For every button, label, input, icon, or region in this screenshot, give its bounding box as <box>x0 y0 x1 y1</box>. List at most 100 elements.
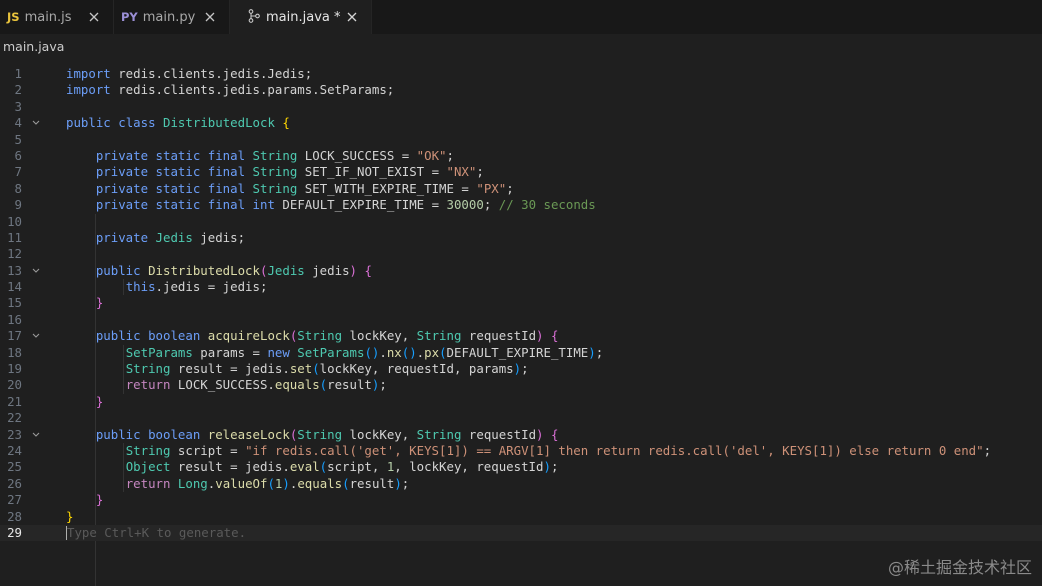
breadcrumb[interactable]: main.java <box>0 34 1042 58</box>
line-number: 2 <box>14 82 22 98</box>
line-number: 13 <box>7 262 22 278</box>
code-line[interactable]: 8 private static final String SET_WITH_E… <box>0 181 1042 197</box>
code-line[interactable]: 6 private static final String LOCK_SUCCE… <box>0 148 1042 164</box>
code-text: Type Ctrl+K to generate. <box>66 525 246 541</box>
close-icon[interactable] <box>87 10 101 24</box>
code-text: Object result = jedis.eval(script, 1, lo… <box>125 459 559 475</box>
line-number: 8 <box>14 180 22 196</box>
code-text: } <box>95 492 104 508</box>
tab-main-java[interactable]: main.java * <box>230 0 372 34</box>
tab-label: main.js <box>24 9 72 25</box>
line-number: 7 <box>14 164 22 180</box>
code-text: return LOCK_SUCCESS.equals(result); <box>125 377 387 393</box>
code-text: public boolean releaseLock(String lockKe… <box>95 426 559 442</box>
line-number: 28 <box>7 508 22 524</box>
code-text: } <box>95 393 104 409</box>
code-line[interactable]: 27 } <box>0 492 1042 508</box>
code-text: String result = jedis.set(lockKey, reque… <box>125 361 529 377</box>
code-line[interactable]: 19 String result = jedis.set(lockKey, re… <box>0 361 1042 377</box>
line-number: 9 <box>14 197 22 213</box>
code-line[interactable]: 20 return LOCK_SUCCESS.equals(result); <box>0 377 1042 393</box>
code-line[interactable]: 1 import redis.clients.jedis.Jedis; <box>0 66 1042 82</box>
line-number: 11 <box>7 229 22 245</box>
editor-window: JS main.js PY main.py main.java * main.j… <box>0 0 1042 586</box>
line-number: 26 <box>7 475 22 491</box>
code-editor[interactable]: 1 import redis.clients.jedis.Jedis; 2 impor… <box>0 66 1042 586</box>
close-icon[interactable] <box>203 10 217 24</box>
line-number: 5 <box>14 131 22 147</box>
code-text: this.jedis = jedis; <box>125 279 268 295</box>
code-text: import redis.clients.jedis.Jedis; <box>66 66 313 81</box>
code-line[interactable]: 9 private static final int DEFAULT_EXPIR… <box>0 197 1042 213</box>
code-line[interactable]: 24 String script = "if redis.call('get',… <box>0 443 1042 459</box>
code-line[interactable]: 13 public DistributedLock(Jedis jedis) { <box>0 263 1042 279</box>
code-text: return Long.valueOf(1).equals(result); <box>125 475 410 491</box>
code-line[interactable]: 5 <box>0 132 1042 148</box>
code-text: private static final String SET_IF_NOT_E… <box>95 164 484 180</box>
line-number: 24 <box>7 442 22 458</box>
breadcrumb-file[interactable]: main.java <box>3 39 64 54</box>
code-line[interactable]: 18 SetParams params = new SetParams().nx… <box>0 345 1042 361</box>
code-line[interactable]: 7 private static final String SET_IF_NOT… <box>0 164 1042 180</box>
line-number: 21 <box>7 393 22 409</box>
line-number: 12 <box>7 246 22 262</box>
code-line[interactable]: 4 public class DistributedLock { <box>0 115 1042 131</box>
code-line[interactable]: 26 return Long.valueOf(1).equals(result)… <box>0 476 1042 492</box>
code-line[interactable]: 15 } <box>0 295 1042 311</box>
code-text: public boolean acquireLock(String lockKe… <box>95 328 559 344</box>
python-file-icon: PY <box>121 10 138 24</box>
generate-hint: Type Ctrl+K to generate. <box>67 524 247 540</box>
tab-label: main.java * <box>266 9 341 25</box>
line-number: 19 <box>7 361 22 377</box>
code-text: private static final int DEFAULT_EXPIRE_… <box>95 197 596 213</box>
code-line[interactable]: 3 <box>0 99 1042 115</box>
code-text: public DistributedLock(Jedis jedis) { <box>95 262 372 278</box>
line-number: 17 <box>7 328 22 344</box>
line-number: 6 <box>14 147 22 163</box>
close-icon[interactable] <box>345 10 359 24</box>
line-number: 16 <box>7 311 22 327</box>
line-number: 29 <box>7 524 22 540</box>
code-line[interactable]: 10 <box>0 214 1042 230</box>
line-number: 1 <box>14 66 22 81</box>
code-line[interactable]: 22 <box>0 410 1042 426</box>
code-line[interactable]: 28} <box>0 509 1042 525</box>
code-lines: 1 import redis.clients.jedis.Jedis; 2 impor… <box>0 66 1042 542</box>
line-number: 25 <box>7 459 22 475</box>
code-line[interactable]: 2 import redis.clients.jedis.params.SetPa… <box>0 82 1042 98</box>
line-number: 14 <box>7 279 22 295</box>
code-text: import redis.clients.jedis.params.SetPar… <box>66 82 395 98</box>
code-text: } <box>95 295 104 311</box>
code-line[interactable]: 23 public boolean releaseLock(String loc… <box>0 427 1042 443</box>
code-line[interactable]: 17 public boolean acquireLock(String loc… <box>0 328 1042 344</box>
line-number: 3 <box>14 98 22 114</box>
tab-main-py[interactable]: PY main.py <box>114 0 230 34</box>
javascript-file-icon: JS <box>7 10 20 24</box>
tab-main-js[interactable]: JS main.js <box>0 0 114 34</box>
code-line[interactable]: 11 private Jedis jedis; <box>0 230 1042 246</box>
code-line[interactable]: 25 Object result = jedis.eval(script, 1,… <box>0 459 1042 475</box>
code-line[interactable]: 21 } <box>0 394 1042 410</box>
code-line[interactable]: 29 Type Ctrl+K to generate. <box>0 524 1042 542</box>
line-number: 4 <box>14 115 22 131</box>
code-text: public class DistributedLock { <box>66 115 290 131</box>
code-text: private Jedis jedis; <box>95 229 246 245</box>
code-text: private static final String LOCK_SUCCESS… <box>95 147 454 163</box>
code-text: String script = "if redis.call('get', KE… <box>125 442 992 458</box>
line-number: 15 <box>7 295 22 311</box>
line-number: 18 <box>7 344 22 360</box>
line-number: 10 <box>7 213 22 229</box>
code-line[interactable]: 12 <box>0 246 1042 262</box>
watermark: @稀土掘金技术社区 <box>887 558 1032 577</box>
tab-label: main.py <box>142 9 196 25</box>
code-text: private static final String SET_WITH_EXP… <box>95 180 514 196</box>
tab-bar: JS main.js PY main.py main.java * <box>0 0 1042 34</box>
line-number: 20 <box>7 377 22 393</box>
line-number: 22 <box>7 410 22 426</box>
code-line[interactable]: 14 this.jedis = jedis; <box>0 279 1042 295</box>
line-number: 27 <box>7 492 22 508</box>
code-line[interactable]: 16 <box>0 312 1042 328</box>
code-text: } <box>66 508 74 524</box>
line-number: 23 <box>7 426 22 442</box>
code-text: SetParams params = new SetParams().nx().… <box>125 344 604 360</box>
